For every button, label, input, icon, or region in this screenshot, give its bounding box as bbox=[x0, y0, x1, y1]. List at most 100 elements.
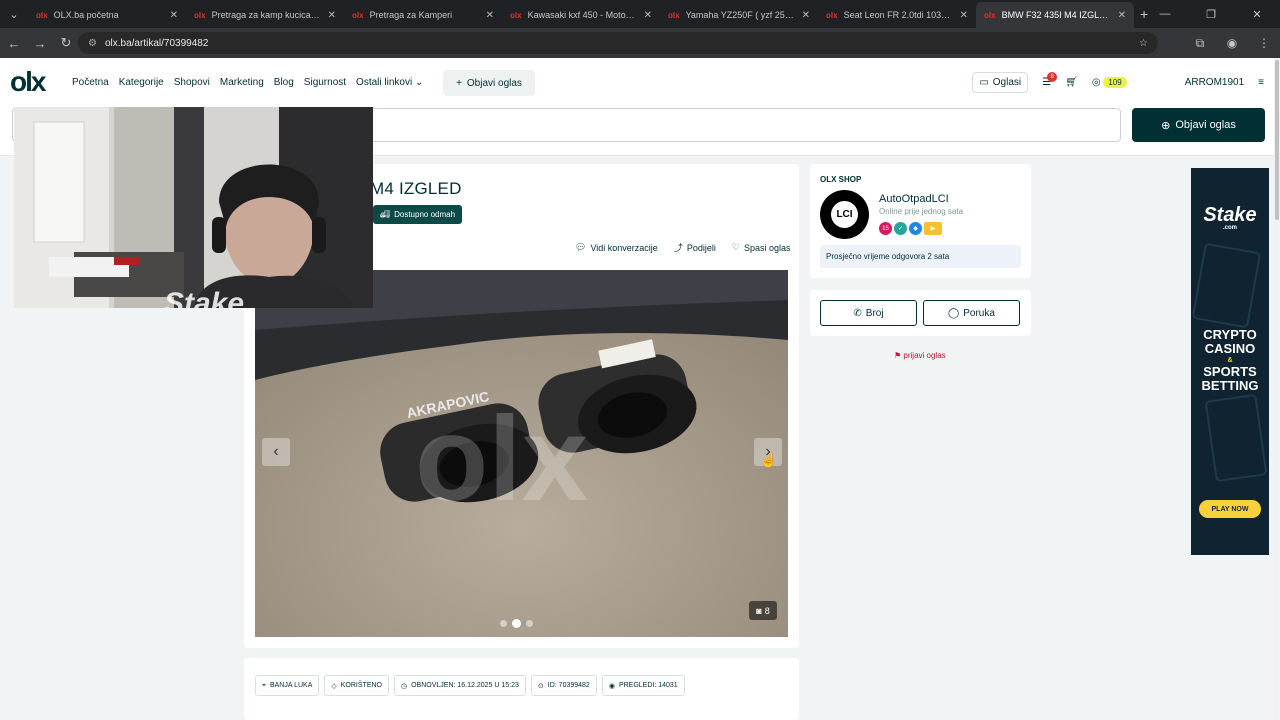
browser-tab-active[interactable]: olxBMW F32 435I M4 IZGLED - Au✕ bbox=[976, 2, 1134, 28]
reload-icon[interactable]: ↻ bbox=[54, 35, 78, 51]
minimize-icon[interactable]: — bbox=[1142, 8, 1188, 20]
browser-tab-bar: ⌄ olx OLX.ba početna ✕ olx Pretraga za kamp… bbox=[0, 0, 1280, 28]
olx-favicon-icon: olx bbox=[984, 10, 996, 20]
report-ad-link[interactable]: ⚑ prijavi oglas bbox=[894, 351, 946, 360]
seller-badges: 15 ✓ ◆ ▶ bbox=[879, 222, 942, 235]
message-button[interactable]: ◯ Poruka bbox=[923, 300, 1020, 326]
badge-delivery-icon: ▶ bbox=[924, 222, 942, 235]
listing-chips: ⌖ BANJA LUKA ◇ KORIŠTENO ◷ OBNOVLJEN: 16.12… bbox=[255, 675, 685, 696]
olx-favicon-icon: olx bbox=[194, 10, 206, 20]
nav-sigurnost[interactable]: Sigurnost bbox=[304, 77, 346, 88]
gallery-dot[interactable] bbox=[500, 620, 507, 627]
profile-icon[interactable]: ◉ bbox=[1216, 36, 1248, 50]
clock-icon: ◷ bbox=[401, 682, 408, 690]
ad-play-now-button[interactable]: PLAY NOW bbox=[1199, 500, 1261, 518]
post-ad-big-button[interactable]: ⊕ Objavi oglas bbox=[1132, 108, 1265, 142]
plus-icon: + bbox=[456, 77, 462, 89]
nav-shopovi[interactable]: Shopovi bbox=[174, 77, 210, 88]
browser-tab[interactable]: olx Kawasaki kxf 450 - Motocikli - ✕ bbox=[502, 2, 660, 28]
id-icon: ⊙ bbox=[537, 682, 544, 690]
close-icon[interactable]: ✕ bbox=[644, 10, 652, 21]
wallet-icon[interactable]: ◎ 109 bbox=[1092, 77, 1127, 88]
chip-views: ◉ PREGLEDI: 14031 bbox=[601, 675, 685, 696]
flag-icon: ⚑ bbox=[894, 351, 902, 360]
nav-blog[interactable]: Blog bbox=[274, 77, 294, 88]
olx-logo[interactable]: olx bbox=[10, 68, 46, 96]
nav-marketing[interactable]: Marketing bbox=[220, 77, 264, 88]
phone-icon: ✆ bbox=[853, 307, 862, 319]
nav-kategorije[interactable]: Kategorije bbox=[119, 77, 164, 88]
gallery-dots bbox=[500, 619, 533, 628]
my-ads-button[interactable]: ▭ Oglasi bbox=[972, 72, 1029, 93]
extensions-area: ⧉ ◉ ⋮ bbox=[1184, 28, 1280, 58]
gallery-dot-active[interactable] bbox=[512, 619, 521, 628]
gallery-prev-button[interactable]: ‹ bbox=[262, 438, 290, 466]
stake-logo: Stake .com bbox=[1203, 204, 1257, 231]
restore-icon[interactable]: ❐ bbox=[1188, 8, 1234, 21]
chat-icon: 💬︎ bbox=[575, 242, 587, 252]
close-icon[interactable]: ✕ bbox=[328, 10, 336, 21]
cart-icon[interactable]: 🛒︎ bbox=[1065, 77, 1078, 88]
browser-tab[interactable]: olxSeat Leon FR 2.0tdi 103kw - Au✕ bbox=[818, 2, 976, 28]
availability-badge: 🚚︎ Dostupno odmah bbox=[373, 205, 462, 224]
monitor-icon: ▭ bbox=[979, 77, 989, 88]
olx-favicon-icon: olx bbox=[826, 10, 838, 20]
call-button[interactable]: ✆ Broj bbox=[820, 300, 917, 326]
shop-avatar[interactable]: LCI bbox=[820, 190, 869, 239]
close-icon[interactable]: ✕ bbox=[486, 10, 494, 21]
browser-tab[interactable]: olxYamaha YZ250F ( yzf 250 yz 25✕ bbox=[660, 2, 818, 28]
window-controls: — ❐ ✕ bbox=[1142, 0, 1280, 28]
close-icon[interactable]: ✕ bbox=[802, 10, 810, 21]
olx-favicon-icon: olx bbox=[352, 10, 364, 20]
bookmark-star-icon[interactable]: ☆ bbox=[1139, 38, 1148, 49]
nav-ostali-linkovi[interactable]: Ostali linkovi ⌄ bbox=[356, 77, 423, 88]
site-info-icon[interactable]: ⚙ bbox=[88, 38, 97, 49]
heart-icon: ♡ bbox=[731, 242, 740, 252]
tab-search-icon[interactable]: ⌄ bbox=[0, 0, 28, 28]
view-conversations-button[interactable]: 💬︎ Vidi konverzacije bbox=[570, 237, 663, 258]
olx-favicon-icon: olx bbox=[668, 10, 680, 20]
shop-name[interactable]: AutoOtpadLCI bbox=[879, 193, 949, 205]
page-scrollbar[interactable] bbox=[1274, 58, 1280, 720]
share-button[interactable]: ⤴ Podijeli bbox=[669, 237, 721, 258]
hamburger-menu-icon[interactable]: ≡ bbox=[1258, 77, 1264, 88]
chip-updated: ◷ OBNOVLJEN: 16.12.2025 U 15:23 bbox=[394, 675, 526, 696]
browser-tab[interactable]: olxPretraga za kamp kucica u kate✕ bbox=[186, 2, 344, 28]
scrollbar-thumb[interactable] bbox=[1275, 60, 1279, 220]
back-icon[interactable]: ← bbox=[2, 36, 26, 51]
browser-tab[interactable]: olx Pretraga za Kamperi ✕ bbox=[344, 2, 502, 28]
username[interactable]: ARROM1901 bbox=[1185, 77, 1244, 88]
olx-watermark: olx bbox=[415, 392, 588, 526]
post-ad-button[interactable]: + Objavi oglas bbox=[443, 70, 535, 96]
webcam-overlay: Stake bbox=[14, 107, 373, 308]
webcam-video bbox=[14, 107, 373, 308]
truck-icon: 🚚︎ bbox=[379, 210, 391, 219]
gallery-dot[interactable] bbox=[526, 620, 533, 627]
menu-kebab-icon[interactable]: ⋮ bbox=[1248, 36, 1280, 50]
photo-gallery[interactable]: AKRAPOVIC olx bbox=[255, 270, 788, 637]
response-time: Prosječno vrijeme odgovora 2 sata bbox=[820, 245, 1021, 268]
forward-icon[interactable]: → bbox=[28, 36, 52, 51]
header-user-area: ▭ Oglasi ☰ 8 🛒︎ ◎ 109 ARROM1901 ≡ bbox=[972, 72, 1264, 93]
nav-pocetna[interactable]: Početna bbox=[72, 77, 109, 88]
chip-condition: ◇ KORIŠTENO bbox=[324, 675, 389, 696]
share-icon: ⤴ bbox=[673, 243, 683, 253]
chevron-left-icon: ‹ bbox=[273, 443, 279, 460]
save-ad-button[interactable]: ♡ Spasi oglas bbox=[727, 237, 796, 258]
badge-verified-icon: ✓ bbox=[894, 222, 907, 235]
extensions-icon[interactable]: ⧉ bbox=[1184, 36, 1216, 51]
close-icon[interactable]: ✕ bbox=[960, 10, 968, 21]
ad-banner[interactable]: Stake .com CRYPTO CASINO & SPORTS BETTING… bbox=[1191, 168, 1269, 555]
browser-tab[interactable]: olx OLX.ba početna ✕ bbox=[28, 2, 186, 28]
close-icon[interactable]: ✕ bbox=[1118, 10, 1126, 21]
mouse-cursor-icon: ☝ bbox=[760, 452, 778, 468]
listing-actions: 💬︎ Vidi konverzacije ⤴ Podijeli ♡ Spasi ogl… bbox=[570, 237, 795, 258]
messages-icon[interactable]: ☰ 8 bbox=[1042, 72, 1058, 88]
close-window-icon[interactable]: ✕ bbox=[1234, 8, 1280, 21]
url-text: olx.ba/artikal/70399482 bbox=[104, 37, 209, 49]
eye-icon: ◉ bbox=[608, 682, 615, 690]
location-icon: ⌖ bbox=[262, 681, 266, 689]
close-icon[interactable]: ✕ bbox=[170, 10, 178, 21]
tag-icon: ◇ bbox=[331, 682, 337, 690]
url-field[interactable]: ⚙ olx.ba/artikal/70399482 ☆ bbox=[78, 32, 1158, 54]
